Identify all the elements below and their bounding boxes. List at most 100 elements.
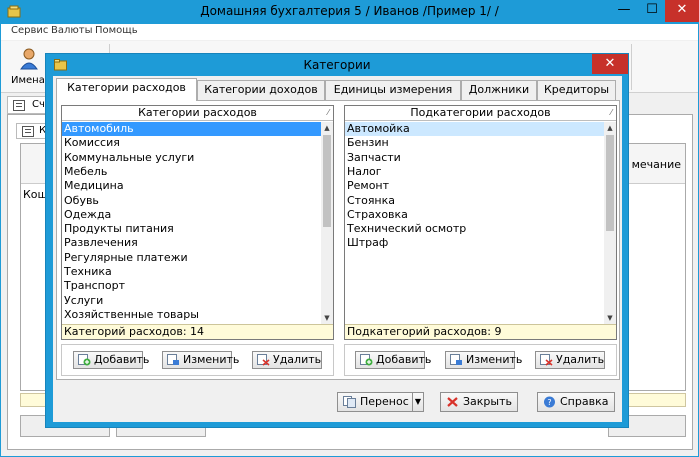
list-item[interactable]: Стоянка bbox=[345, 194, 604, 208]
close-x-icon bbox=[447, 397, 458, 407]
list-item[interactable]: Услуги bbox=[62, 294, 321, 308]
close-button[interactable]: Закрыть bbox=[440, 392, 518, 412]
transfer-label: Перенос bbox=[360, 395, 409, 408]
tab-units[interactable]: Единицы измерения bbox=[325, 80, 461, 100]
list-item[interactable]: Бензин bbox=[345, 136, 604, 150]
edit-row-icon bbox=[167, 354, 179, 365]
list-item[interactable]: Обувь bbox=[62, 194, 321, 208]
delete-subcategory-label: Удалить bbox=[556, 353, 605, 366]
note-column-header[interactable]: мечание bbox=[632, 158, 681, 171]
tab-debtors[interactable]: Должники bbox=[461, 80, 537, 100]
list-item[interactable]: Регулярные платежи bbox=[62, 251, 321, 265]
list-item[interactable]: Автомобиль bbox=[62, 122, 321, 136]
list-item[interactable]: Хозяйственные товары bbox=[62, 308, 321, 322]
menu-item-help[interactable]: Помощь bbox=[95, 25, 138, 36]
main-title-bar[interactable]: Домашняя бухгалтерия 5 / Иванов /Пример … bbox=[0, 0, 699, 24]
toolbar-names-label: Имена bbox=[11, 75, 45, 86]
list-item[interactable]: Одежда bbox=[62, 208, 321, 222]
delete-row-icon bbox=[540, 354, 553, 366]
person-icon bbox=[20, 48, 38, 70]
expense-categories-panel: Категории расходов ⁄ Автомобиль Комиссия К… bbox=[56, 100, 620, 380]
wallet-row[interactable]: Кош bbox=[23, 188, 48, 201]
delete-category-button[interactable]: Удалить bbox=[252, 351, 322, 369]
main-close-button[interactable]: ✕ bbox=[665, 0, 699, 22]
transfer-button[interactable]: Перенос bbox=[337, 392, 413, 412]
list-item[interactable]: Транспорт bbox=[62, 279, 321, 293]
list-icon bbox=[13, 100, 25, 111]
expense-subcategories-list[interactable]: Подкатегории расходов ⁄ Автомойка Бензин З… bbox=[344, 105, 617, 340]
list-item[interactable]: Коммунальные услуги bbox=[62, 151, 321, 165]
edit-subcategory-button[interactable]: Изменить bbox=[445, 351, 522, 369]
list-item[interactable]: Мебель bbox=[62, 165, 321, 179]
delete-category-label: Удалить bbox=[273, 353, 322, 366]
list-item[interactable]: Автомойка bbox=[345, 122, 604, 136]
list-item[interactable]: Ремонт bbox=[345, 179, 604, 193]
scroll-thumb[interactable] bbox=[606, 135, 614, 231]
expense-subcategories-header[interactable]: Подкатегории расходов ⁄ bbox=[345, 106, 616, 121]
help-label: Справка bbox=[560, 395, 609, 408]
transfer-dropdown-icon[interactable]: ▼ bbox=[412, 392, 424, 412]
menu-item-service[interactable]: Сервис bbox=[11, 25, 48, 36]
list-item[interactable]: Страховка bbox=[345, 208, 604, 222]
scroll-down-icon[interactable]: ▼ bbox=[604, 312, 616, 324]
list-item[interactable]: Развлечения bbox=[62, 236, 321, 250]
delete-row-icon bbox=[257, 354, 270, 366]
list-icon bbox=[22, 126, 34, 137]
tab-creditors[interactable]: Кредиторы bbox=[537, 80, 616, 100]
expense-categories-header[interactable]: Категории расходов ⁄ bbox=[62, 106, 333, 121]
expense-categories-count: Категорий расходов: 14 bbox=[62, 324, 333, 339]
expense-subcategories-scrollbar[interactable]: ▲ ▼ bbox=[604, 122, 616, 324]
close-label: Закрыть bbox=[463, 395, 512, 408]
menu-item-currencies[interactable]: Валюты bbox=[51, 25, 93, 36]
list-item[interactable]: Техника bbox=[62, 265, 321, 279]
list-item[interactable]: Налог bbox=[345, 165, 604, 179]
add-row-icon bbox=[78, 354, 91, 366]
list-item[interactable]: Медицина bbox=[62, 179, 321, 193]
svg-text:?: ? bbox=[547, 398, 551, 407]
list-item[interactable]: Комиссия bbox=[62, 136, 321, 150]
list-item[interactable]: Запчасти bbox=[345, 151, 604, 165]
expense-subcategories-actions: Добавить Изменить Удалить bbox=[344, 344, 617, 376]
menu-bar: Сервис Валюты Помощь bbox=[1, 24, 698, 40]
delete-subcategory-button[interactable]: Удалить bbox=[535, 351, 605, 369]
dialog-client-area: Категории расходов Категории доходов Еди… bbox=[53, 76, 622, 422]
main-window-title: Домашняя бухгалтерия 5 / Иванов /Пример … bbox=[200, 4, 499, 18]
expense-subcategories-count: Подкатегорий расходов: 9 bbox=[345, 324, 616, 339]
add-subcategory-button[interactable]: Добавить bbox=[355, 351, 431, 369]
edit-row-icon bbox=[450, 354, 462, 365]
dialog-title: Категории bbox=[303, 58, 371, 72]
dialog-title-bar[interactable]: Категории ✕ bbox=[46, 54, 628, 76]
maximize-button[interactable]: ☐ bbox=[638, 0, 666, 22]
accounts-tab-label: Сч bbox=[32, 99, 45, 110]
tab-income-categories[interactable]: Категории доходов bbox=[197, 80, 325, 100]
toolbar-names-button[interactable]: Имена bbox=[7, 45, 47, 89]
expense-categories-rows: Автомобиль Комиссия Коммунальные услуги Меб… bbox=[62, 122, 321, 324]
add-subcategory-label: Добавить bbox=[376, 353, 432, 366]
list-item[interactable]: Штраф bbox=[345, 236, 604, 250]
sort-indicator-icon: ⁄ bbox=[610, 108, 612, 117]
expense-categories-scrollbar[interactable]: ▲ ▼ bbox=[321, 122, 333, 324]
scroll-up-icon[interactable]: ▲ bbox=[321, 122, 333, 134]
help-icon: ? bbox=[544, 396, 555, 408]
expense-categories-actions: Добавить Изменить Удалить bbox=[61, 344, 334, 376]
edit-category-label: Изменить bbox=[183, 353, 240, 366]
expense-subcategories-rows: Автомойка Бензин Запчасти Налог Ремонт Стоянк… bbox=[345, 122, 604, 324]
edit-category-button[interactable]: Изменить bbox=[162, 351, 239, 369]
transfer-icon bbox=[343, 396, 356, 408]
minimize-button[interactable]: — bbox=[610, 0, 638, 22]
categories-dialog: Категории ✕ Категории расходов Категории… bbox=[45, 53, 629, 428]
expense-categories-header-label: Категории расходов bbox=[138, 106, 257, 119]
expense-subcategories-header-label: Подкатегории расходов bbox=[410, 106, 551, 119]
list-item[interactable]: Продукты питания bbox=[62, 222, 321, 236]
scroll-up-icon[interactable]: ▲ bbox=[604, 122, 616, 134]
add-category-button[interactable]: Добавить bbox=[73, 351, 149, 369]
dialog-close-button[interactable]: ✕ bbox=[592, 54, 628, 74]
add-category-label: Добавить bbox=[94, 353, 150, 366]
scroll-thumb[interactable] bbox=[323, 135, 331, 227]
scroll-down-icon[interactable]: ▼ bbox=[321, 312, 333, 324]
list-item[interactable]: Технический осмотр bbox=[345, 222, 604, 236]
tab-expense-categories[interactable]: Категории расходов bbox=[56, 78, 197, 101]
expense-categories-list[interactable]: Категории расходов ⁄ Автомобиль Комиссия К… bbox=[61, 105, 334, 340]
help-button[interactable]: ? Справка bbox=[537, 392, 615, 412]
add-row-icon bbox=[360, 354, 373, 366]
